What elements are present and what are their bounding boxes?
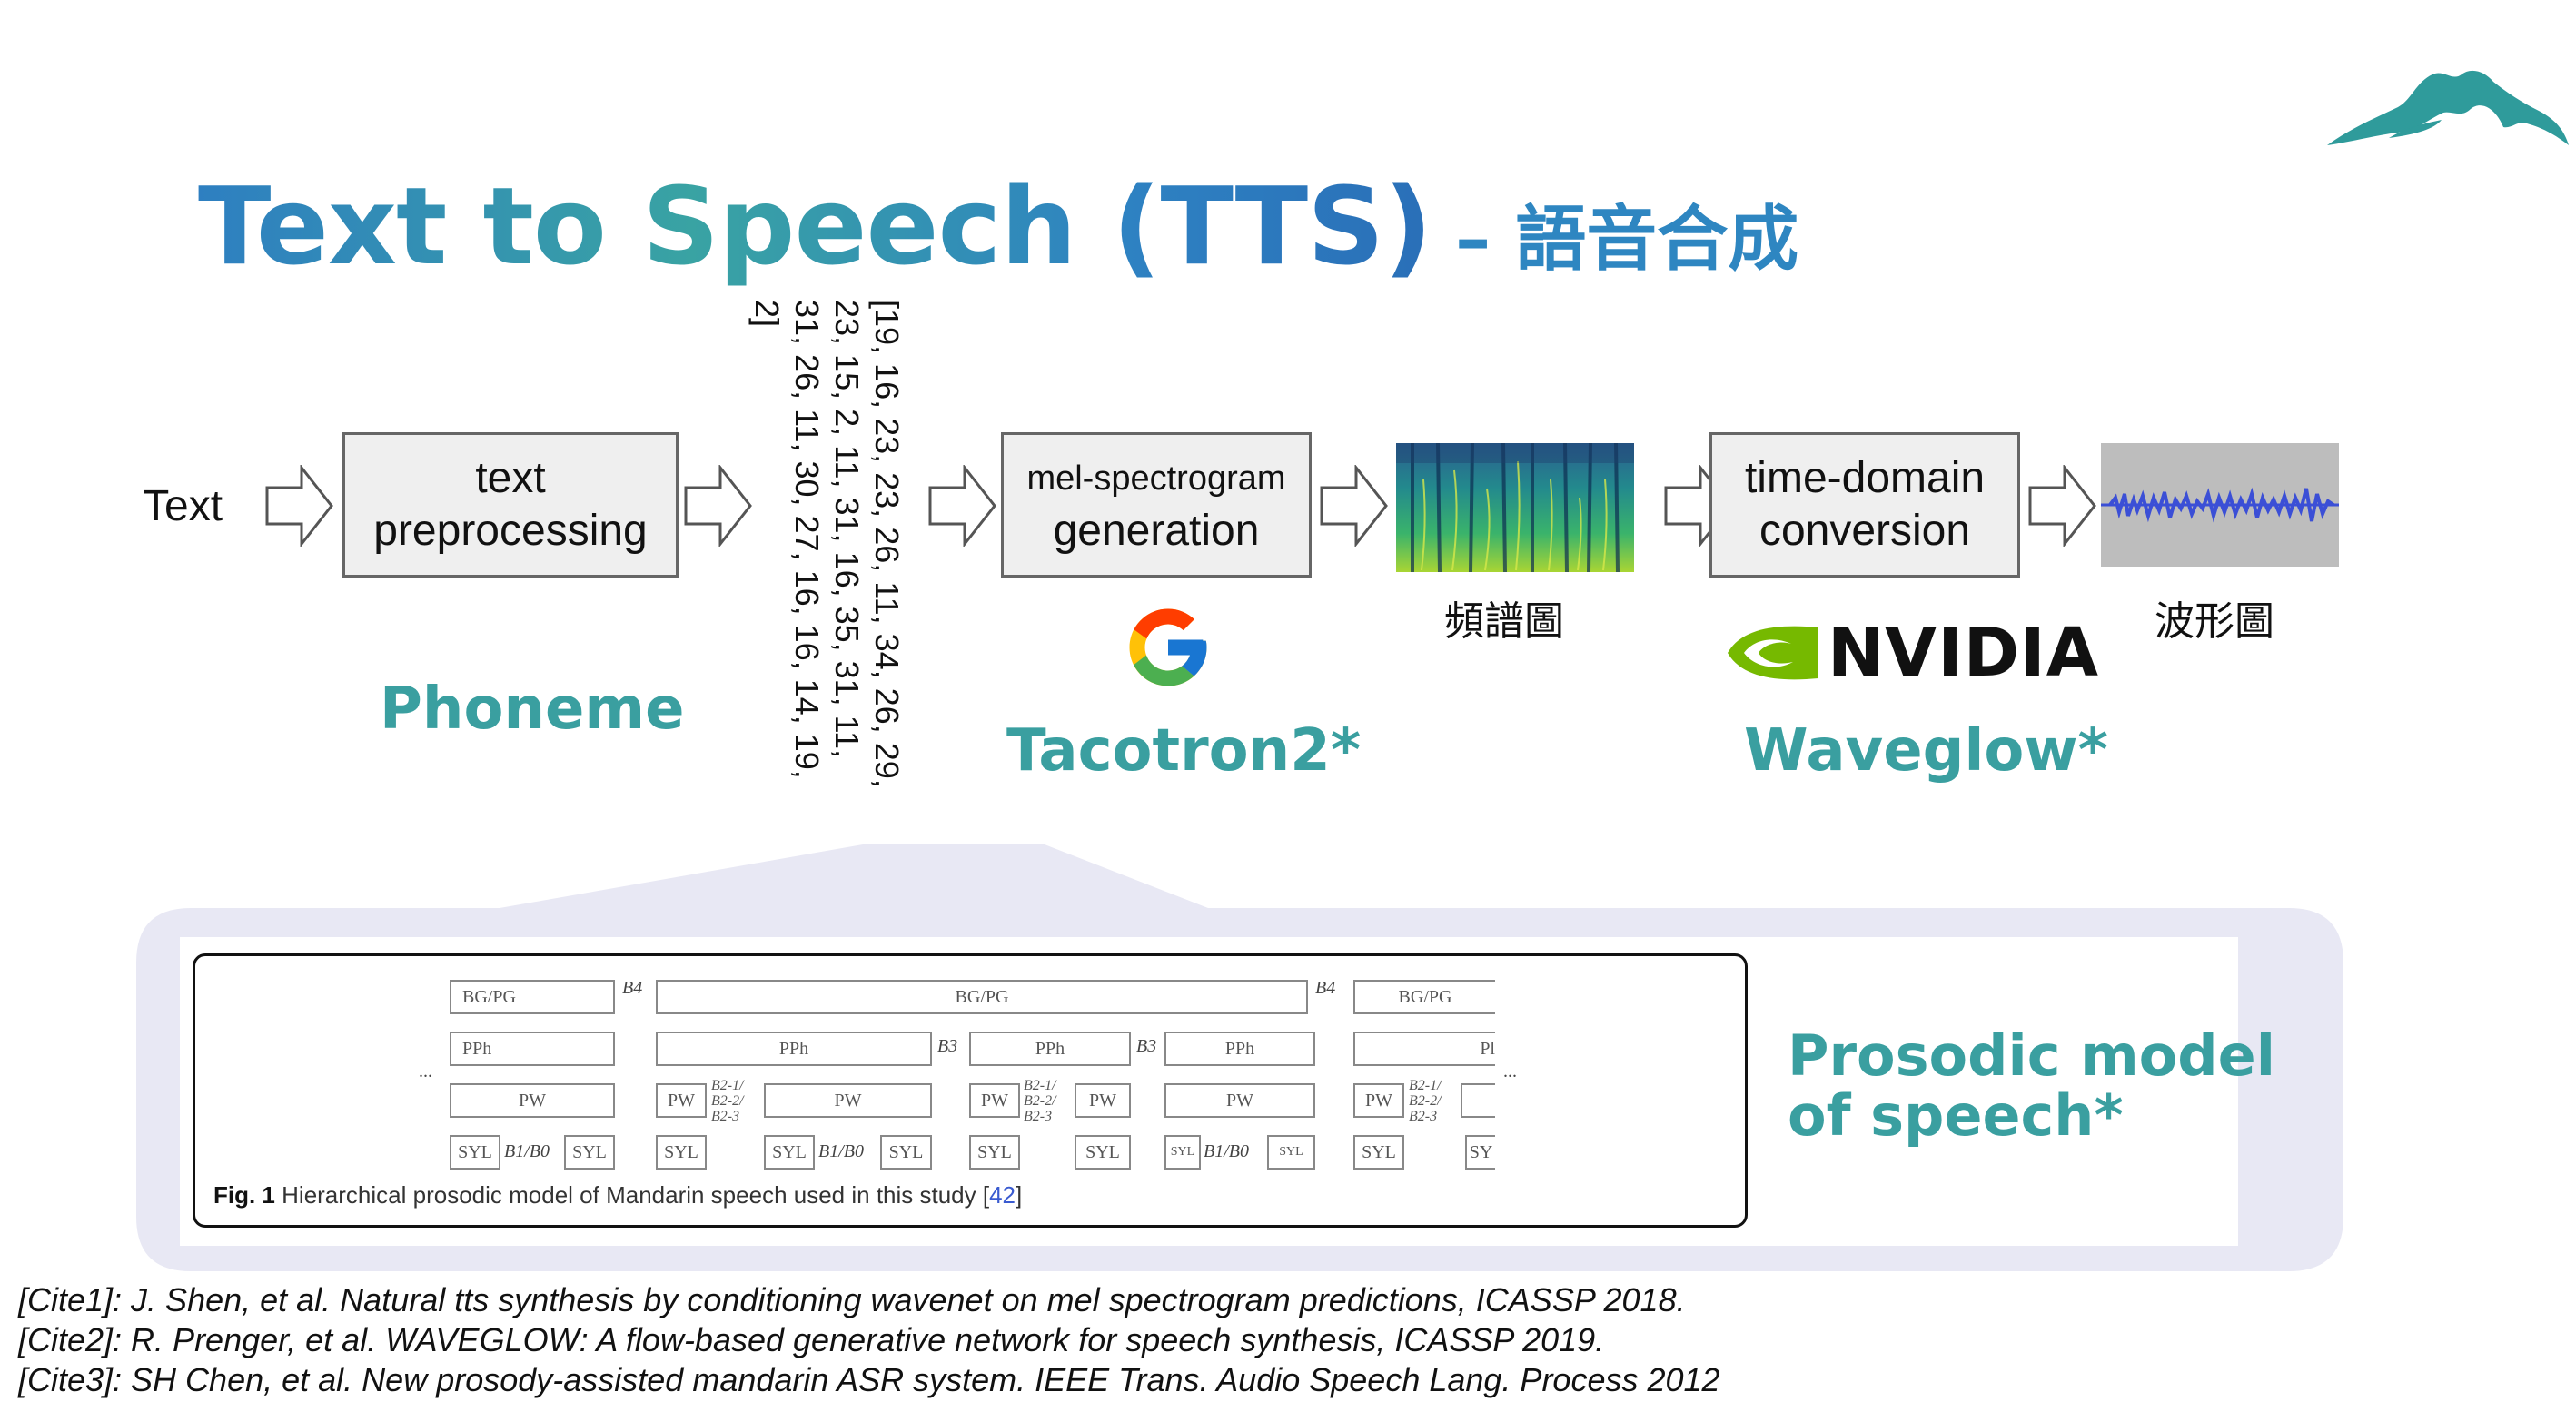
syl-node: SYL <box>1075 1135 1131 1170</box>
time-domain-box: time-domain conversion <box>1709 432 2020 578</box>
b2-label: B2-1/B2-2/B2-3 <box>1409 1078 1442 1124</box>
pph-node: PPh <box>450 1032 615 1066</box>
box3-line2: conversion <box>1759 507 1971 555</box>
syl-node: SYL <box>764 1135 815 1170</box>
b3-label: B3 <box>937 1036 958 1056</box>
phoneme-caption: Phoneme <box>380 676 685 743</box>
citation-1: [Cite1]: J. Shen, et al. Natural tts syn… <box>18 1281 1686 1318</box>
box2-line1: mel-spectrogram <box>1026 459 1286 498</box>
arrow-icon <box>1320 465 1388 547</box>
citation-2: [Cite2]: R. Prenger, et al. WAVEGLOW: A … <box>18 1321 1605 1358</box>
input-text-label: Text <box>143 482 223 530</box>
bgpg-node: BG/PG <box>450 980 615 1014</box>
pw-node: PW <box>1353 1083 1404 1118</box>
box2-line2: generation <box>1053 507 1260 555</box>
box3-line1: time-domain <box>1744 454 1986 502</box>
waveglow-caption: Waveglow* <box>1744 717 2108 785</box>
syl-node: SYL <box>880 1135 932 1170</box>
waveform-label: 波形圖 <box>2155 599 2274 644</box>
syl-node: SYL <box>656 1135 707 1170</box>
syl-node: SY <box>1465 1135 1495 1170</box>
arrow-icon <box>684 465 752 547</box>
title-subtitle: – 語音合成 <box>1455 199 1799 281</box>
syl-node: SYL <box>969 1135 1020 1170</box>
ellipsis-label: ... <box>1503 1061 1517 1081</box>
pw-node <box>1461 1083 1495 1118</box>
prosodic-caption-line2: of speech* <box>1788 1082 2124 1149</box>
prosodic-caption-line1: Prosodic model <box>1788 1022 2275 1089</box>
citations: [Cite1]: J. Shen, et al. Natural tts syn… <box>18 1280 1720 1400</box>
pw-node: PW <box>1164 1083 1315 1118</box>
syl-node: SYL <box>564 1135 615 1170</box>
arrow-icon <box>265 465 333 547</box>
bgpg-node: BG/PG <box>656 980 1308 1014</box>
pph-node: Pl <box>1353 1032 1495 1066</box>
google-logo-icon <box>1129 608 1207 686</box>
nvidia-wordmark: NVIDIA <box>1828 614 2099 692</box>
spectrogram-label: 頻譜圖 <box>1444 599 1564 644</box>
pph-node: PPh <box>656 1032 932 1066</box>
mountain-logo-icon <box>2327 70 2569 145</box>
pw-node: PW <box>969 1083 1020 1118</box>
pph-node: PPh <box>1164 1032 1315 1066</box>
arrow-icon <box>928 465 996 547</box>
pph-node: PPh <box>969 1032 1131 1066</box>
phoneme-sequence: [19, 16, 23, 23, 26, 11, 34, 26, 29, 23,… <box>748 300 906 788</box>
b1b0-label: B1/B0 <box>818 1141 864 1161</box>
syl-node: SYL <box>450 1135 500 1170</box>
nvidia-logo-icon: NVIDIA <box>1724 614 2099 692</box>
b2-label: B2-1/B2-2/B2-3 <box>711 1078 744 1124</box>
waveform-image <box>2101 443 2339 567</box>
citation-3: [Cite3]: SH Chen, et al. New prosody-ass… <box>18 1361 1720 1398</box>
pw-node: PW <box>450 1083 615 1118</box>
pw-node: PW <box>1075 1083 1131 1118</box>
box1-line1: text <box>475 454 546 502</box>
b4-label: B4 <box>622 978 643 998</box>
page-title: Text to Speech (TTS) – 語音合成 <box>198 163 1798 289</box>
mel-spectrogram-box: mel-spectrogram generation <box>1001 432 1312 578</box>
syl-node: SYL <box>1267 1135 1315 1170</box>
text-preprocessing-box: text preprocessing <box>342 432 679 578</box>
b1b0-label: B1/B0 <box>1204 1141 1249 1161</box>
prosodic-model-caption: Prosodic model of speech* <box>1788 1026 2275 1146</box>
b4-label: B4 <box>1315 978 1336 998</box>
tacotron-caption: Tacotron2* <box>1006 717 1362 785</box>
bgpg-node: BG/PG <box>1353 980 1495 1014</box>
b2-label: B2-1/B2-2/B2-3 <box>1024 1078 1056 1124</box>
figure-caption-end: ] <box>1016 1181 1023 1209</box>
prosody-figure: BG/PG B4 BG/PG B4 BG/PG PPh PPh B3 PPh B… <box>193 953 1748 1228</box>
figure-caption-ref[interactable]: 42 <box>989 1181 1016 1209</box>
box1-line2: preprocessing <box>373 507 648 555</box>
figure-caption-text: Hierarchical prosodic model of Mandarin … <box>282 1181 990 1209</box>
figure-caption-label: Fig. 1 <box>213 1181 275 1209</box>
syl-node: SYL <box>1164 1135 1201 1170</box>
spectrogram-image <box>1396 443 1634 572</box>
pw-node: PW <box>764 1083 932 1118</box>
arrow-icon <box>2028 465 2096 547</box>
title-main: Text to Speech (TTS) <box>198 163 1432 289</box>
b3-label: B3 <box>1136 1036 1157 1056</box>
b1b0-label: B1/B0 <box>504 1141 550 1161</box>
syl-node: SYL <box>1353 1135 1404 1170</box>
figure-caption: Fig. 1 Hierarchical prosodic model of Ma… <box>213 1181 1022 1210</box>
pw-node: PW <box>656 1083 707 1118</box>
ellipsis-label: ... <box>419 1061 432 1081</box>
